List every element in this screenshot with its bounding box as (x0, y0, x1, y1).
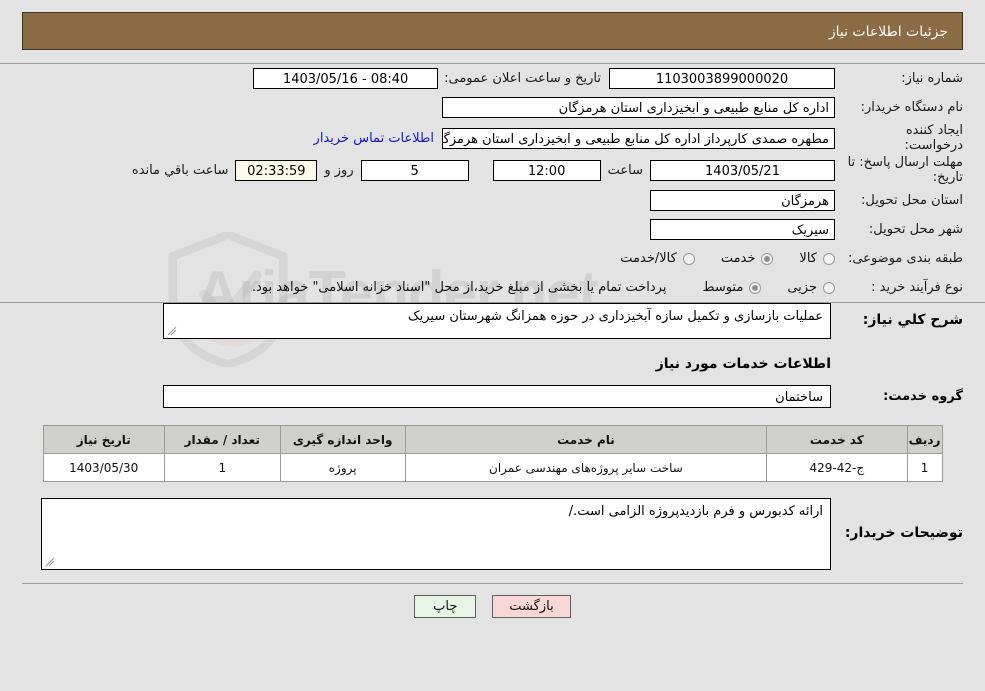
purchase-type-label: نوع فرآیند خرید : (871, 280, 963, 295)
th-radif: ردیف (906, 425, 943, 454)
deadline-date-value[interactable]: 1403/05/21 (650, 159, 835, 181)
need-number-value[interactable]: 1103003899000020 (609, 68, 835, 89)
announcement-value[interactable]: 08:40 - 1403/05/16 (253, 68, 439, 89)
print-button[interactable]: چاپ (414, 595, 477, 618)
th-service-code: کد خدمت (766, 425, 908, 454)
purchase-type-option-label: متوسط (702, 280, 744, 295)
cell-need-date: 1403/05/30 (42, 453, 165, 482)
buyer-contact-link[interactable]: اطلاعات تماس خریدار (306, 131, 442, 146)
row-need-number: شماره نیاز: 1103003899000020 تاریخ و ساع… (22, 64, 963, 93)
purchase-type-note: پرداخت تمام یا بخشی از مبلغ خرید،از محل … (251, 280, 667, 295)
category-radio-group: کالا خدمت کالا/خدمت (594, 251, 835, 266)
radio-icon[interactable] (823, 281, 835, 294)
table-row: 1 ج-42-429 ساخت سایر پروژه‌های مهندسی عم… (42, 453, 943, 482)
radio-icon[interactable] (749, 281, 762, 294)
purchase-type-option-label: جزیی (787, 280, 817, 295)
category-option-label: کالا (799, 251, 817, 266)
general-description-label: شرح کلي نیاز: (862, 312, 963, 328)
row-city: شهر محل تحویل: سیریک (22, 215, 963, 244)
th-service-name: نام خدمت (404, 425, 768, 454)
table-header-row: ردیف کد خدمت نام خدمت واحد اندازه گیری ت… (42, 425, 943, 454)
radio-icon[interactable] (823, 252, 835, 265)
category-label: طبقه بندی موضوعی: (847, 251, 963, 266)
category-option-khedmat[interactable]: خدمت (721, 251, 774, 266)
radio-icon[interactable] (761, 252, 774, 265)
row-province: استان محل تحویل: هرمزگان (22, 186, 963, 215)
province-label: استان محل تحویل: (861, 193, 963, 208)
city-value[interactable]: سیریک (650, 219, 835, 240)
city-label: شهر محل تحویل: (868, 222, 963, 237)
buyer-org-label: نام دستگاه خریدار: (860, 100, 963, 115)
services-section-header: اطلاعات خدمات مورد نیاز (22, 339, 963, 372)
need-number-label: شماره نیاز: (901, 71, 963, 86)
cell-service-code: ج-42-429 (766, 453, 908, 482)
creator-value[interactable]: مطهره صمدی کارپرداز اداره کل منابع طبیعی… (442, 127, 835, 149)
remaining-days-value[interactable]: 5 (360, 159, 469, 181)
deadline-hour-label: ساعت (607, 162, 643, 178)
row-deadline: مهلت ارسال پاسخ: تا تاریخ: 1403/05/21 سا… (22, 154, 963, 186)
row-service-group: گروه خدمت: ساختمان (22, 385, 963, 408)
deadline-label: مهلت ارسال پاسخ: تا تاریخ: (847, 155, 963, 185)
cell-quantity: 1 (164, 453, 281, 482)
general-description-textarea[interactable]: عملیات بازسازی و تکمیل سازه آبخیزداری در… (163, 303, 831, 339)
footer-divider (22, 583, 963, 584)
creator-label: ایجاد کننده درخواست: (904, 123, 963, 153)
deadline-hour-value[interactable]: 12:00 (492, 159, 601, 181)
province-value[interactable]: هرمزگان (650, 190, 835, 211)
header-region: جزئیات اطلاعات نیاز (0, 0, 985, 50)
service-group-label: گروه خدمت: (883, 389, 963, 404)
th-need-date: تاریخ نیاز (42, 425, 165, 454)
cell-radif: 1 (906, 453, 943, 482)
buyer-notes-textarea[interactable]: ارائه کدبورس و فرم بازدیدپروژه الزامی اس… (41, 498, 831, 570)
resize-grip-icon[interactable] (45, 557, 55, 567)
row-general-description: شرح کلي نیاز: عملیات بازسازی و تکمیل ساز… (22, 303, 963, 339)
back-button[interactable]: بازگشت (492, 595, 571, 618)
remaining-days-label: روز و (324, 162, 354, 178)
cell-unit: پروژه (279, 453, 406, 482)
buyer-notes-label: توضیحات خریدار: (844, 525, 963, 541)
need-info-panel: شماره نیاز: 1103003899000020 تاریخ و ساع… (0, 63, 985, 303)
purchase-type-option-motavaset[interactable]: متوسط (702, 280, 762, 295)
page-title: جزئیات اطلاعات نیاز (22, 12, 963, 50)
service-group-value[interactable]: ساختمان (163, 385, 831, 408)
announcement-label: تاریخ و ساعت اعلان عمومی: (444, 71, 601, 86)
buyer-notes-value: ارائه کدبورس و فرم بازدیدپروژه الزامی اس… (568, 504, 823, 519)
remaining-hours-label: ساعت باقي مانده (131, 162, 229, 178)
purchase-type-radio-group: جزیی متوسط (676, 280, 835, 295)
page-root: AriaTender.net جزئیات اطلاعات نیاز شماره… (0, 0, 985, 691)
radio-icon[interactable] (682, 252, 695, 265)
services-section-title: اطلاعات خدمات مورد نیاز (655, 356, 831, 372)
row-purchase-type: نوع فرآیند خرید : جزیی متوسط پرداخت تمام… (22, 273, 963, 302)
buyer-org-value[interactable]: اداره کل منابع طبیعی و ابخیزداری استان ه… (442, 97, 835, 118)
th-quantity: تعداد / مقدار (164, 425, 281, 454)
row-buyer-org: نام دستگاه خریدار: اداره کل منابع طبیعی … (22, 93, 963, 122)
category-option-kala-khedmat[interactable]: کالا/خدمت (620, 251, 695, 266)
th-unit: واحد اندازه گیری (279, 425, 406, 454)
category-option-kala[interactable]: کالا (799, 251, 835, 266)
countdown-timer-value: 02:33:59 (235, 159, 318, 181)
category-option-label: خدمت (720, 251, 756, 266)
main-content: شرح کلي نیاز: عملیات بازسازی و تکمیل ساز… (0, 303, 985, 618)
services-table-wrap: ردیف کد خدمت نام خدمت واحد اندازه گیری ت… (22, 425, 963, 482)
row-buyer-notes: توضیحات خریدار: ارائه کدبورس و فرم بازدی… (22, 498, 963, 570)
cell-service-name: ساخت سایر پروژه‌های مهندسی عمران (404, 453, 768, 482)
resize-grip-icon[interactable] (167, 326, 177, 336)
row-category: طبقه بندی موضوعی: کالا خدمت کالا/خدمت (22, 244, 963, 273)
footer-buttons: بازگشت چاپ (22, 595, 963, 618)
row-creator: ایجاد کننده درخواست: مطهره صمدی کارپرداز… (22, 122, 963, 154)
category-option-label: کالا/خدمت (620, 251, 677, 266)
services-table: ردیف کد خدمت نام خدمت واحد اندازه گیری ت… (42, 425, 943, 482)
general-description-value: عملیات بازسازی و تکمیل سازه آبخیزداری در… (408, 309, 823, 324)
purchase-type-option-jozei[interactable]: جزیی (787, 280, 835, 295)
